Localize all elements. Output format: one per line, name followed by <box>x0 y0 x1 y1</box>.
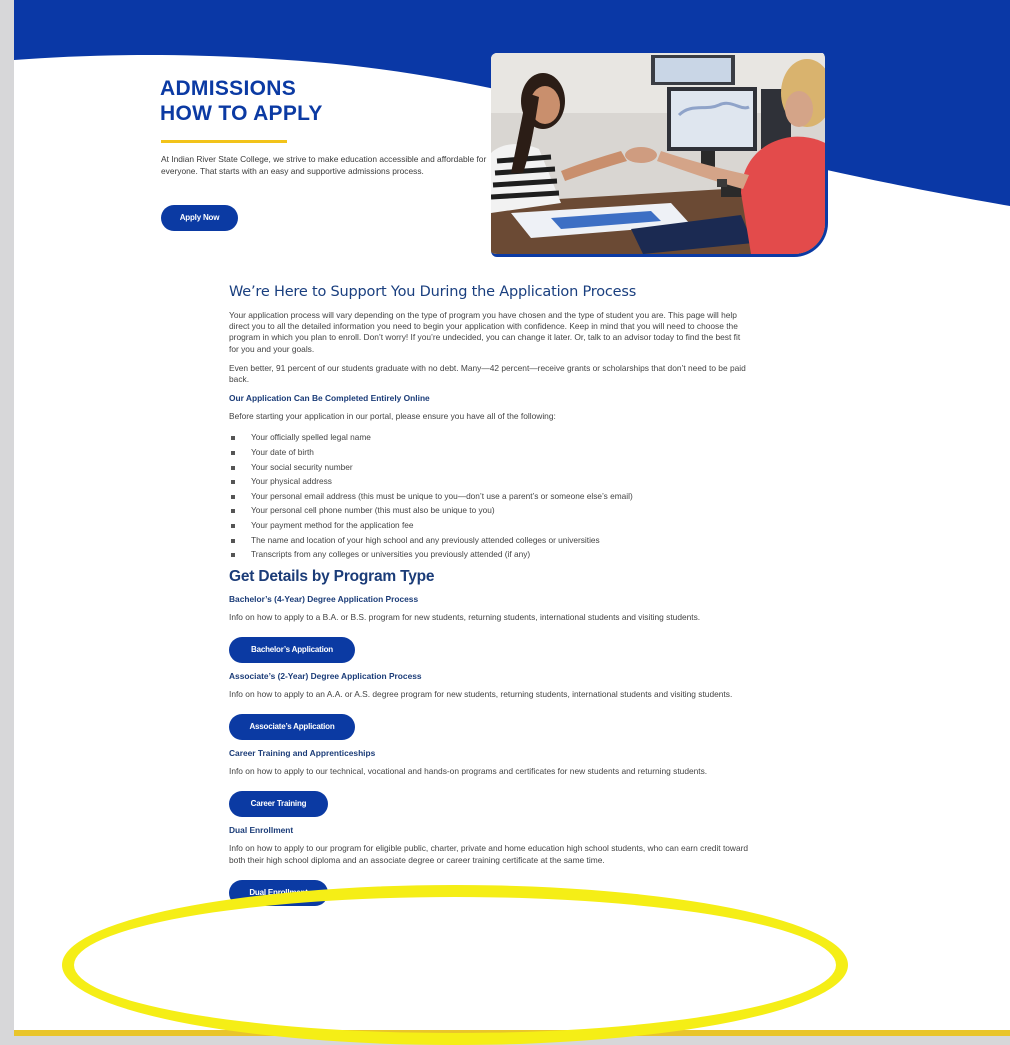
online-application-intro: Before starting your application in our … <box>229 411 556 422</box>
program-description: Info on how to apply to our program for … <box>229 843 749 865</box>
program-title: Dual Enrollment <box>229 825 294 836</box>
list-item: The name and location of your high schoo… <box>229 533 749 548</box>
bachelors-application-button[interactable]: Bachelor’s Application <box>229 636 355 663</box>
page-title-line-2: HOW TO APPLY <box>160 102 323 125</box>
program-title: Career Training and Apprenticeships <box>229 748 376 759</box>
program-title: Associate’s (2-Year) Degree Application … <box>229 670 422 681</box>
main-content: We’re Here to Support You During the App… <box>229 270 749 914</box>
career-training-button[interactable]: Career Training <box>229 791 328 818</box>
program-section-associates: Associate’s (2-Year) Degree Application … <box>229 671 749 748</box>
list-item: Your payment method for the application … <box>229 518 749 533</box>
support-heading: We’re Here to Support You During the App… <box>229 284 637 300</box>
apply-now-button[interactable]: Apply Now <box>161 205 238 231</box>
list-item: Your officially spelled legal name <box>229 430 749 445</box>
hero-intro-text: At Indian River State College, we strive… <box>161 154 487 176</box>
list-item: Your personal email address (this must b… <box>229 489 749 504</box>
support-paragraph-1: Your application process will vary depen… <box>229 310 741 354</box>
program-type-heading: Get Details by Program Type <box>229 567 435 585</box>
page: ADMISSIONS HOW TO APPLY At Indian River … <box>14 0 1010 1036</box>
list-item: Your date of birth <box>229 445 749 460</box>
list-item: Transcripts from any colleges or univers… <box>229 547 749 562</box>
associates-application-button[interactable]: Associate’s Application <box>229 714 355 741</box>
program-section-career-training: Career Training and Apprenticeships Info… <box>229 748 749 825</box>
title-underline <box>161 140 287 143</box>
program-section-dual-enrollment: Dual Enrollment Info on how to apply to … <box>229 825 749 913</box>
requirements-checklist: Your officially spelled legal name Your … <box>229 430 749 561</box>
dual-enrollment-button[interactable]: Dual Enrollment <box>229 879 328 906</box>
page-title-line-1: ADMISSIONS <box>160 77 297 100</box>
page-title: ADMISSIONS HOW TO APPLY <box>160 76 323 126</box>
hero-photo-illustration <box>491 53 825 254</box>
list-item: Your physical address <box>229 474 749 489</box>
program-title: Bachelor’s (4-Year) Degree Application P… <box>229 593 419 604</box>
footer-band <box>14 1030 1010 1036</box>
program-description: Info on how to apply to an A.A. or A.S. … <box>229 688 733 699</box>
hero-photo <box>491 53 828 257</box>
program-section-bachelors: Bachelor’s (4-Year) Degree Application P… <box>229 594 749 671</box>
program-description: Info on how to apply to a B.A. or B.S. p… <box>229 611 701 622</box>
online-application-heading: Our Application Can Be Completed Entirel… <box>229 393 430 404</box>
program-description: Info on how to apply to our technical, v… <box>229 766 708 777</box>
list-item: Your personal cell phone number (this mu… <box>229 503 749 518</box>
support-paragraph-2: Even better, 91 percent of our students … <box>229 362 746 385</box>
list-item: Your social security number <box>229 460 749 475</box>
